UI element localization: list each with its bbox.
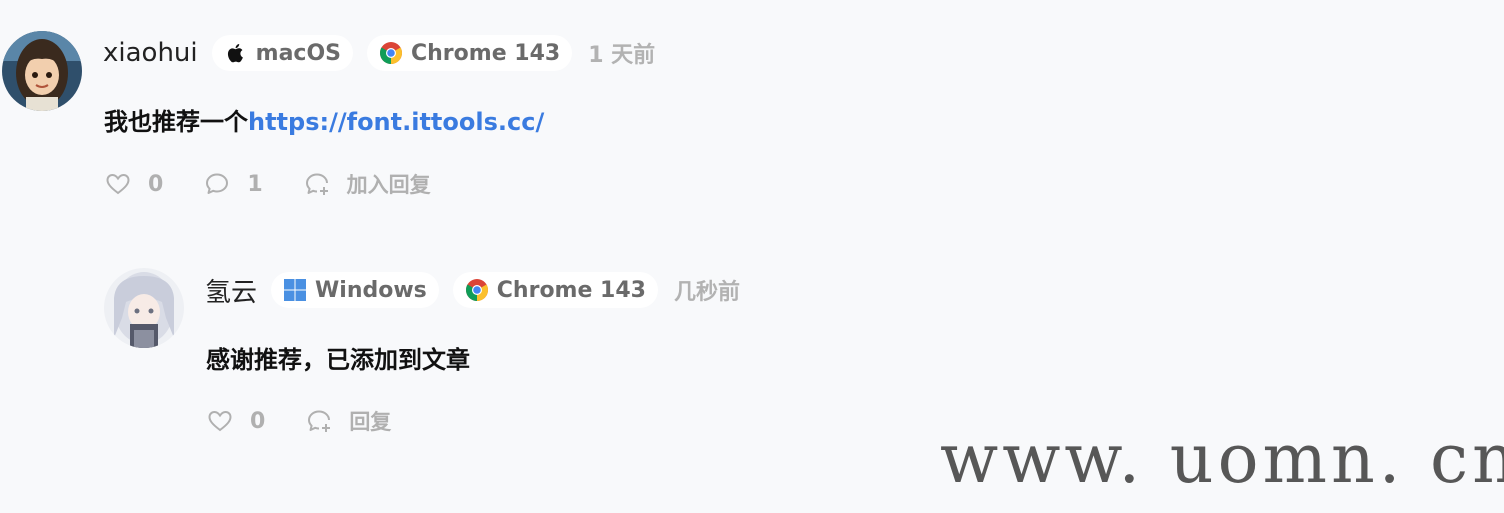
os-label: Windows — [315, 277, 427, 303]
comment-time: 1 天前 — [588, 43, 656, 68]
comment-text: 感谢推荐，已添加到文章 — [206, 346, 470, 374]
reply-icon — [305, 173, 328, 195]
comment-count-button[interactable]: 1 — [203, 170, 263, 198]
like-button[interactable]: 0 — [206, 407, 265, 435]
comment-content: 我也推荐一个https://font.ittools.cc/ — [104, 102, 544, 137]
comment-text: 我也推荐一个 — [104, 108, 248, 136]
heart-icon — [106, 173, 130, 195]
like-count: 0 — [148, 171, 164, 197]
comment-actions: 0 回复 — [206, 403, 431, 439]
watermark-text: www. uomn. cn — [940, 420, 1504, 499]
browser-label: Chrome 143 — [411, 40, 561, 66]
reply-count: 1 — [247, 171, 263, 197]
comment-link[interactable]: https://font.ittools.cc/ — [248, 108, 544, 136]
apple-icon — [224, 41, 248, 65]
os-badge: Windows — [271, 272, 439, 308]
chrome-icon — [465, 278, 489, 302]
reply-button[interactable]: 加入回复 — [303, 169, 431, 199]
author-name[interactable]: xiaohui — [103, 38, 198, 68]
comment-time: 几秒前 — [673, 280, 740, 305]
avatar[interactable] — [104, 268, 184, 348]
reply-label: 回复 — [349, 410, 392, 434]
avatar[interactable] — [2, 31, 82, 111]
comment-bubble-icon — [206, 173, 229, 194]
windows-icon — [283, 278, 307, 302]
browser-badge: Chrome 143 — [367, 35, 573, 71]
reply-label: 加入回复 — [346, 173, 431, 197]
os-label: macOS — [255, 40, 341, 66]
browser-badge: Chrome 143 — [452, 272, 658, 308]
like-count: 0 — [250, 408, 266, 434]
browser-label: Chrome 143 — [496, 277, 646, 303]
comment-content: 感谢推荐，已添加到文章 — [206, 340, 470, 375]
author-name[interactable]: 氢云 — [205, 272, 257, 309]
os-badge: macOS — [211, 35, 353, 71]
reply-icon — [308, 410, 331, 432]
heart-icon — [208, 410, 232, 432]
comment-actions: 0 1 加入回复 — [104, 166, 471, 202]
like-button[interactable]: 0 — [104, 170, 163, 198]
chrome-icon — [379, 41, 403, 65]
reply-button[interactable]: 回复 — [305, 406, 391, 436]
